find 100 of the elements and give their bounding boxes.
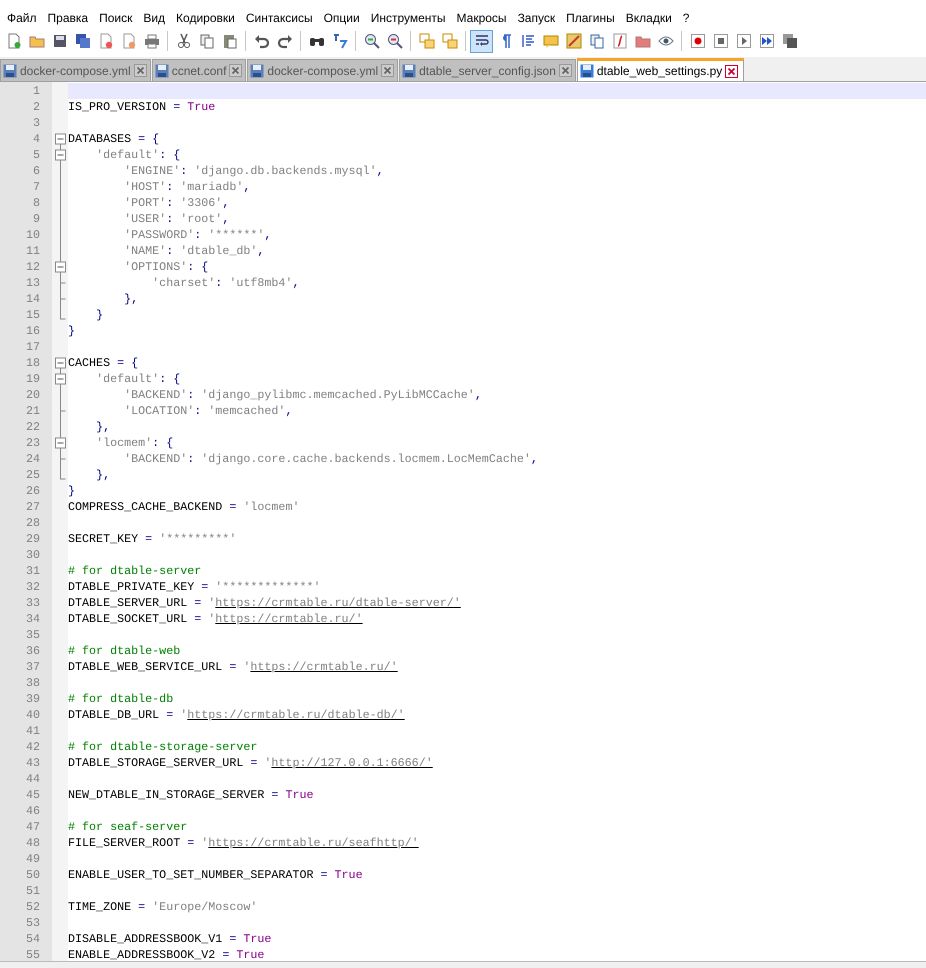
close-icon[interactable]: [381, 64, 394, 77]
fold-toggle-icon[interactable]: [54, 355, 66, 371]
code-line: TIME_ZONE = 'Europe/Moscow': [68, 899, 258, 915]
code-line: }: [68, 483, 76, 499]
line-number: 46: [24, 803, 41, 819]
fold-toggle-icon[interactable]: [54, 147, 66, 163]
code-line: COMPRESS_CACHE_BACKEND = 'locmem': [68, 499, 300, 515]
code-line: 'PASSWORD': '******',: [123, 227, 272, 243]
line-number: 45: [24, 787, 41, 803]
line-number: 3: [32, 115, 41, 131]
line-number: 16: [24, 323, 41, 339]
line-number: 15: [24, 307, 41, 323]
fold-toggle-icon[interactable]: [54, 259, 66, 275]
line-number: 26: [24, 483, 41, 499]
line-number: 13: [24, 275, 41, 291]
line-number: 28: [24, 515, 41, 531]
menu-item[interactable]: Файл: [2, 11, 43, 25]
code-line: IS_PRO_VERSION = True: [68, 99, 216, 115]
menu-item[interactable]: Инструменты: [366, 11, 452, 25]
menu-item[interactable]: Кодировки: [171, 11, 241, 25]
code-line: # for dtable-db: [68, 691, 174, 707]
code-line: }: [95, 307, 104, 323]
line-number: 12: [24, 259, 41, 275]
code-line: },: [95, 467, 112, 483]
code-line: },: [123, 291, 140, 307]
line-number: 34: [24, 611, 41, 627]
code-line: DTABLE_WEB_SERVICE_URL = 'https://crmtable.ru/': [68, 659, 399, 675]
tab-label: docker-compose.yml: [20, 64, 131, 78]
file-tab[interactable]: docker-compose.yml: [247, 59, 398, 81]
code-line: DTABLE_SOCKET_URL = 'https://crmtable.ru/': [68, 611, 364, 627]
line-number: 23: [24, 435, 41, 451]
code-line: 'OPTIONS': {: [123, 259, 210, 275]
word-wrap-icon[interactable]: [470, 30, 493, 52]
line-number: 53: [24, 915, 41, 931]
menu-item[interactable]: Правка: [42, 11, 94, 25]
code-line: 'NAME': 'dtable_db',: [123, 243, 266, 259]
file-tab[interactable]: dtable_server_config.json: [399, 59, 576, 81]
line-number: 27: [24, 499, 41, 515]
file-tab[interactable]: dtable_web_settings.py: [576, 58, 744, 81]
line-number: 22: [24, 419, 41, 435]
line-number: 19: [24, 371, 41, 387]
close-icon[interactable]: [558, 64, 572, 77]
line-number: 40: [24, 707, 41, 723]
line-number: 1: [32, 83, 41, 99]
code-line: DTABLE_DB_URL = 'https://crmtable.ru/dtable-db/': [68, 707, 406, 723]
code-line: CACHES = {: [68, 355, 140, 371]
line-number: 30: [24, 547, 41, 563]
menu-item[interactable]: Плагины: [561, 11, 621, 25]
code-line: # for dtable-server: [68, 563, 202, 579]
code-line: NEW_DTABLE_IN_STORAGE_SERVER = True: [68, 787, 314, 803]
line-number: 11: [24, 243, 41, 259]
line-number: 37: [24, 659, 41, 675]
code-line: 'BACKEND': 'django.core.cache.backends.locmem.LocMemCache',: [123, 451, 539, 467]
menu-item[interactable]: Опции: [318, 11, 366, 25]
line-number: 54: [24, 931, 41, 947]
line-number: 33: [24, 595, 41, 611]
line-number: 20: [24, 387, 41, 403]
menu-item[interactable]: Поиск: [94, 11, 138, 25]
line-number: 21: [24, 403, 41, 419]
fold-toggle-icon[interactable]: [54, 371, 66, 387]
file-tab[interactable]: docker-compose.yml: [0, 59, 151, 81]
line-number: 51: [24, 883, 41, 899]
code-line: DTABLE_PRIVATE_KEY = '*************': [68, 579, 322, 595]
line-number: 7: [32, 179, 41, 195]
menu-item[interactable]: Макросы: [452, 11, 513, 25]
code-line: }: [68, 323, 76, 339]
line-number: 25: [24, 467, 41, 483]
close-icon[interactable]: [229, 64, 242, 77]
code-line: ENABLE_USER_TO_SET_NUMBER_SEPARATOR = True: [68, 867, 364, 883]
code-line: DISABLE_ADDRESSBOOK_V1 = True: [68, 931, 272, 947]
line-number: 18: [24, 355, 41, 371]
horizontal-scrollbar[interactable]: [0, 961, 926, 968]
fold-toggle-icon[interactable]: [54, 435, 66, 451]
file-tab[interactable]: ccnet.conf: [152, 59, 246, 81]
menu-item[interactable]: Вкладки: [620, 11, 678, 25]
line-number: 42: [24, 739, 41, 755]
line-number: 5: [32, 147, 41, 163]
line-number: 6: [32, 163, 41, 179]
menu-item[interactable]: Синтаксисы: [240, 11, 319, 25]
line-number: 29: [24, 531, 41, 547]
line-number: 41: [24, 723, 41, 739]
menu-item[interactable]: Вид: [138, 11, 172, 25]
line-number: 8: [32, 195, 41, 211]
code-line: DATABASES = {: [68, 131, 160, 147]
close-icon[interactable]: [725, 64, 738, 78]
tab-label: dtable_server_config.json: [419, 64, 556, 78]
close-icon[interactable]: [134, 64, 147, 77]
code-line: DTABLE_SERVER_URL = 'https://crmtable.ru/dtable-server/': [68, 595, 462, 611]
menu-item[interactable]: Запуск: [512, 11, 562, 25]
line-number: 47: [24, 819, 41, 835]
code-line: 'BACKEND': 'django_pylibmc.memcached.PyLibMCCache',: [123, 387, 483, 403]
line-number: 39: [24, 691, 41, 707]
fold-toggle-icon[interactable]: [54, 131, 66, 147]
line-number: 24: [24, 451, 41, 467]
menu-item[interactable]: ?: [678, 11, 696, 25]
line-number: 9: [32, 211, 41, 227]
code-line: 'PORT': '3306',: [123, 195, 230, 211]
code-line: 'default': {: [95, 371, 182, 387]
code-line: # for seaf-server: [68, 819, 188, 835]
tab-label: docker-compose.yml: [267, 64, 378, 78]
